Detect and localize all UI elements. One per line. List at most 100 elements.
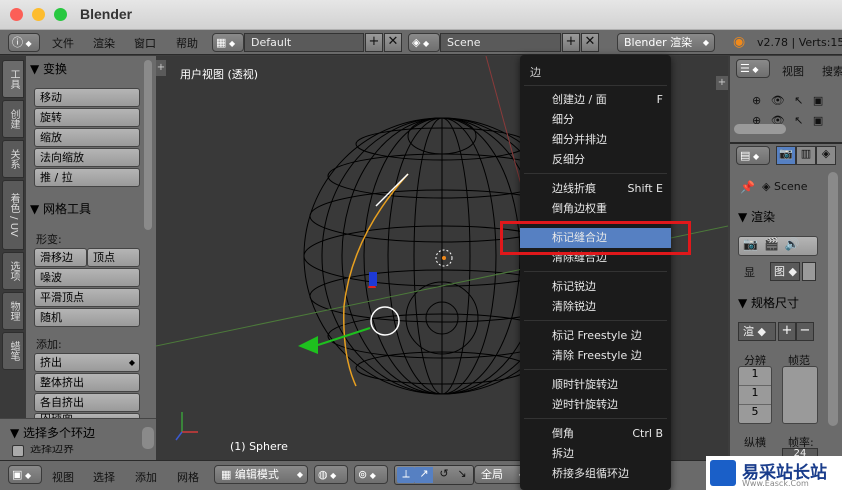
- tab-relations[interactable]: 关系: [2, 140, 24, 178]
- properties-region-toggle[interactable]: +: [716, 76, 728, 90]
- menu-item-edge-split[interactable]: 拆边: [520, 444, 671, 464]
- menu-window[interactable]: 窗口: [134, 35, 156, 51]
- menu-help[interactable]: 帮助: [176, 35, 198, 51]
- randomize-button[interactable]: 随机: [34, 308, 140, 327]
- smooth-vertex-button[interactable]: 平滑顶点: [34, 288, 140, 307]
- menu-item-subdivide-edge-ring[interactable]: 细分并排边: [520, 130, 671, 150]
- menu-item-mark-freestyle-edge[interactable]: 标记 Freestyle 边: [520, 326, 671, 346]
- menu-item-subdivide[interactable]: 细分: [520, 110, 671, 130]
- render-panel-header[interactable]: ▼ 渲染: [738, 208, 775, 225]
- scene-name-field[interactable]: Scene: [440, 33, 561, 52]
- outliner-view-menu[interactable]: 视图: [782, 63, 804, 79]
- outliner-scrollbar[interactable]: [734, 124, 786, 134]
- menu-item-bevel-weight[interactable]: 倒角边权重: [520, 199, 671, 219]
- viewport-shading-select[interactable]: ◍ ◆: [314, 465, 348, 484]
- menu-select[interactable]: 选择: [93, 469, 115, 485]
- menu-mesh[interactable]: 网格: [177, 469, 199, 485]
- scale-button[interactable]: 缩放: [34, 128, 140, 147]
- slide-vertex-button[interactable]: 顶点: [87, 248, 140, 267]
- extrude-individual-button[interactable]: 各自挤出: [34, 393, 140, 412]
- manipulator-icon[interactable]: ⟂: [397, 467, 415, 483]
- rotate-button[interactable]: 旋转: [34, 108, 140, 127]
- tool-shelf-scrollbar[interactable]: [144, 60, 152, 230]
- add-layout-button[interactable]: +: [365, 33, 383, 52]
- zoom-window-button[interactable]: [54, 8, 67, 21]
- scale-icon[interactable]: ↘: [453, 467, 471, 483]
- resolution-percent[interactable]: 5: [739, 405, 771, 423]
- resolution-y[interactable]: 1: [739, 386, 771, 405]
- tab-create[interactable]: 创建: [2, 100, 24, 138]
- rotate-icon[interactable]: ↺: [435, 467, 453, 483]
- tool-shelf-toggle[interactable]: +: [156, 60, 166, 76]
- extrude-region-button[interactable]: 整体挤出: [34, 373, 140, 392]
- menu-item-rotate-edge-cw[interactable]: 顺时针旋转边: [520, 375, 671, 395]
- noise-button[interactable]: 噪波: [34, 268, 140, 287]
- menu-file[interactable]: 文件: [52, 35, 74, 51]
- render-preset-select[interactable]: 渲 ◆: [738, 322, 776, 341]
- outliner-row-icons[interactable]: ⊕ 👁 ↖ ▣: [752, 94, 826, 107]
- pin-icon[interactable]: 📌: [740, 180, 755, 194]
- menu-item-bridge-edge-loops[interactable]: 桥接多组循环边: [520, 464, 671, 484]
- menu-item-clear-freestyle-edge[interactable]: 清除 Freestyle 边: [520, 346, 671, 366]
- menu-view[interactable]: 视图: [52, 469, 74, 485]
- menu-item-shortcut: Ctrl B: [632, 427, 663, 440]
- tab-tools[interactable]: 工具: [2, 60, 24, 98]
- close-window-button[interactable]: [10, 8, 23, 21]
- push-pull-button[interactable]: 推 / 拉: [34, 168, 140, 187]
- menu-item-make-edge-face[interactable]: 创建边 / 面 F: [520, 90, 671, 110]
- render-buttons[interactable]: 📷🎬🔊: [738, 236, 818, 256]
- resolution-x[interactable]: 1: [739, 367, 771, 386]
- outliner-editor-type[interactable]: ☰ ◆: [736, 59, 770, 78]
- menu-item-unsubdivide[interactable]: 反细分: [520, 150, 671, 170]
- properties-editor-type[interactable]: ▤ ◆: [736, 146, 770, 165]
- mesh-tools-panel-header[interactable]: ▼ 网格工具: [30, 200, 91, 217]
- panel-scrollbar[interactable]: [142, 427, 154, 449]
- scene-tab-icon[interactable]: ◈: [816, 146, 836, 165]
- menu-render[interactable]: 渲染: [93, 35, 115, 51]
- mode-select[interactable]: ▦ 编辑模式 ◆: [214, 465, 308, 484]
- add-scene-button[interactable]: +: [562, 33, 580, 52]
- remove-preset-button[interactable]: −: [796, 322, 814, 341]
- translate-icon[interactable]: ↗: [415, 467, 433, 483]
- extrude-menu-button[interactable]: 挤出 ◆: [34, 353, 140, 372]
- add-preset-button[interactable]: +: [778, 322, 796, 341]
- properties-scrollbar[interactable]: [828, 172, 838, 426]
- slide-edge-button[interactable]: 滑移边: [34, 248, 87, 267]
- lock-interface-toggle[interactable]: [802, 262, 816, 281]
- outliner-search-menu[interactable]: 搜索: [822, 63, 842, 79]
- move-button[interactable]: 移动: [34, 88, 140, 107]
- layout-name-field[interactable]: Default: [244, 33, 364, 52]
- dimensions-panel-header[interactable]: ▼ 规格尺寸: [738, 294, 799, 311]
- render-engine-select[interactable]: Blender 渲染 ◆: [617, 33, 715, 52]
- menu-item-clear-sharp[interactable]: 清除锐边: [520, 297, 671, 317]
- layout-browse-button[interactable]: ▦ ◆: [212, 33, 244, 52]
- render-tab-icon[interactable]: 📷: [776, 146, 796, 165]
- display-mode-select[interactable]: 图 ◆: [770, 262, 800, 281]
- tab-shading-uv[interactable]: 着色 / UV: [2, 180, 24, 250]
- editor-type-menu[interactable]: ⓘ ◆: [8, 33, 40, 52]
- manipulator-toggles[interactable]: ⟂ ↗ ↺ ↘: [394, 465, 474, 485]
- minimize-window-button[interactable]: [32, 8, 45, 21]
- frame-range-fields[interactable]: [782, 366, 818, 424]
- menu-item-rotate-edge-ccw[interactable]: 逆时针旋转边: [520, 395, 671, 415]
- tab-physics[interactable]: 物理: [2, 292, 24, 330]
- render-layers-tab-icon[interactable]: ▥: [796, 146, 816, 165]
- menu-item-edge-crease[interactable]: 边线折痕 Shift E: [520, 179, 671, 199]
- tab-grease-pencil[interactable]: 蜡笔: [2, 332, 24, 370]
- select-boundary-checkbox[interactable]: [12, 445, 24, 457]
- menu-add[interactable]: 添加: [135, 469, 157, 485]
- view3d-editor-type[interactable]: ▣ ◆: [8, 465, 42, 484]
- normal-scale-button[interactable]: 法向缩放: [34, 148, 140, 167]
- pivot-point-select[interactable]: ⊚ ◆: [354, 465, 388, 484]
- select-loops-header[interactable]: ▼ 选择多个环边: [10, 424, 95, 441]
- tab-options[interactable]: 选项: [2, 252, 24, 290]
- transform-panel-header[interactable]: ▼ 变换: [30, 60, 67, 77]
- menu-item-mark-sharp[interactable]: 标记锐边: [520, 277, 671, 297]
- resolution-fields[interactable]: 1 1 5: [738, 366, 772, 424]
- menu-item-label: 反细分: [552, 153, 585, 166]
- delete-scene-button[interactable]: ✕: [581, 33, 599, 52]
- scene-browse-button[interactable]: ◈ ◆: [408, 33, 440, 52]
- render-preset-label: 渲: [743, 325, 754, 338]
- menu-item-bevel[interactable]: 倒角 Ctrl B: [520, 424, 671, 444]
- delete-layout-button[interactable]: ✕: [384, 33, 402, 52]
